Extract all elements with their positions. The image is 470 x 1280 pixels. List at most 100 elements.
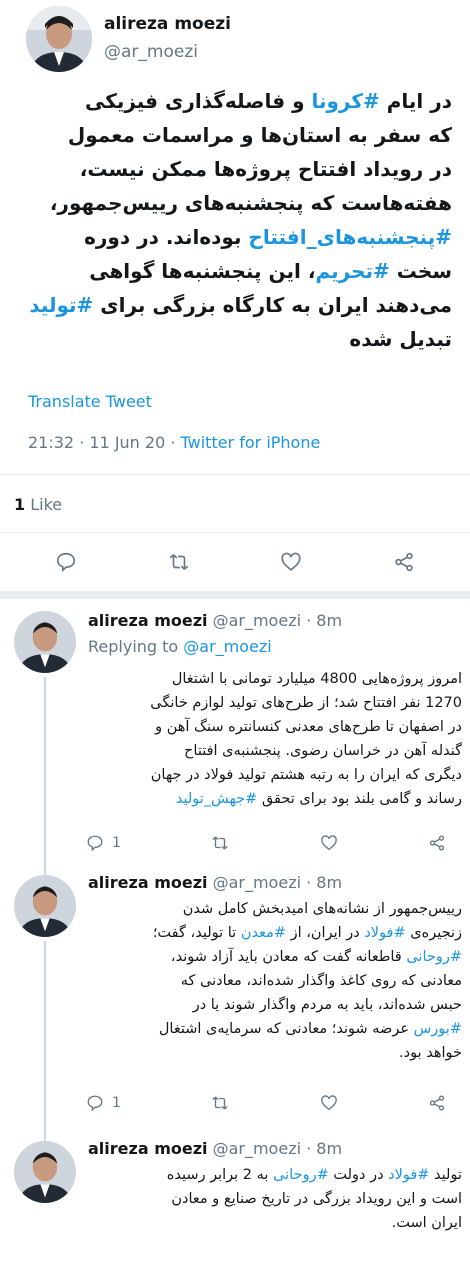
text-span: زنجیره‌ی: [405, 925, 462, 941]
hashtag-link[interactable]: #تحریم: [315, 259, 389, 283]
tweet-meta: 21:32 · 11 Jun 20 · Twitter for iPhone: [28, 433, 456, 452]
likes-number: 1: [14, 495, 26, 514]
reply-tweet[interactable]: alireza moezi @ar_moezi · 8m رییس‌جمهور …: [0, 867, 470, 1135]
reply-count: 1: [112, 835, 121, 851]
reply-text-line: رییس‌جمهور از نشانه‌های امیدبخش کامل شدن: [86, 897, 462, 921]
reply-button[interactable]: 1: [86, 834, 121, 852]
reply-text: امروز پروژه‌هایی 4800 میلیارد تومانی با …: [86, 667, 462, 811]
text-span: تولید: [429, 1167, 462, 1183]
like-heart-icon: [320, 835, 337, 851]
tweet-text-line: تبدیل شده: [14, 322, 452, 356]
reply-tweet[interactable]: alireza moezi @ar_moezi · 8m تولید #فولا…: [0, 1135, 470, 1255]
text-span: می‌دهند ایران به کارگاه بزرگی برای: [93, 293, 452, 317]
hashtag-link[interactable]: #فولاد: [364, 925, 405, 941]
hashtag-link[interactable]: #معدن: [241, 925, 286, 941]
text-span: در رویداد افتتاح پروژه‌ها ممکن نیست،: [79, 157, 452, 181]
author-name[interactable]: alireza moezi: [104, 14, 231, 34]
tweet-text-line: می‌دهند ایران به کارگاه بزرگی برای #تولی…: [14, 288, 452, 322]
reply-button[interactable]: 1: [86, 1094, 121, 1112]
likes-count[interactable]: 1 Like: [0, 475, 470, 532]
text-span: در دولت: [328, 1167, 389, 1183]
hashtag-link[interactable]: #جهش_تولید: [176, 791, 257, 807]
reply-tweet[interactable]: alireza moezi @ar_moezi · 8m Replying to…: [0, 599, 470, 867]
like-button[interactable]: [320, 834, 338, 852]
text-span: امروز پروژه‌هایی 4800 میلیارد تومانی با …: [171, 671, 462, 687]
reply-text-line: معادنی که روی کاغذ واگذار شده‌اند، معادن…: [86, 969, 462, 993]
tweet-timestamp[interactable]: 21:32 · 11 Jun 20 ·: [28, 433, 181, 452]
reply-text: رییس‌جمهور از نشانه‌های امیدبخش کامل شدن…: [86, 897, 462, 1065]
reply-text-line: #بورس عرضه شوند؛ معادنی که سرمایه‌ی اشتغ…: [86, 1017, 462, 1041]
reply-icon[interactable]: [55, 551, 77, 573]
avatar[interactable]: [14, 611, 76, 673]
reply-header: alireza moezi @ar_moezi · 8m: [88, 1139, 342, 1158]
text-span: که سفر به استان‌ها و مراسمات معمول: [67, 123, 452, 147]
text-span: 1270 نفر افتتاح شد؛ از طرح‌های تولید لوا…: [150, 695, 462, 711]
reply-meta[interactable]: @ar_moezi · 8m: [208, 1139, 342, 1158]
tweet-text-line: سخت #تحریم، این پنجشنبه‌ها گواهی: [14, 254, 452, 288]
reply-meta[interactable]: @ar_moezi · 8m: [208, 873, 342, 892]
share-icon: [429, 1095, 445, 1111]
thread-line: [44, 941, 46, 1135]
text-span: بوده‌اند. در دوره: [84, 225, 249, 249]
reply-meta[interactable]: @ar_moezi · 8m: [208, 611, 342, 630]
reply-icon: [87, 1095, 103, 1112]
reply-header: alireza moezi @ar_moezi · 8m: [88, 611, 342, 630]
reply-text-line: تولید #فولاد در دولت #روحانی به 2 برابر …: [86, 1163, 462, 1187]
thread-line: [44, 867, 46, 875]
text-span: حبس شده‌اند، باید به مردم واگذار شوند یا…: [192, 997, 462, 1013]
reply-header: alireza moezi @ar_moezi · 8m: [88, 873, 342, 892]
like-button[interactable]: [320, 1094, 338, 1112]
text-span: در اصفهان تا طرح‌های معدنی کنسانتره سنگ …: [155, 719, 462, 735]
retweet-button[interactable]: [211, 1094, 229, 1112]
user-photo-icon: [14, 1141, 76, 1203]
text-span: به 2 برابر رسیده: [166, 1167, 274, 1183]
translate-tweet-link[interactable]: Translate Tweet: [28, 392, 456, 411]
reply-text-line: گندله آهن در خراسان رضوی. پنجشنبه‌ی افتت…: [86, 739, 462, 763]
retweet-icon[interactable]: [168, 551, 190, 573]
share-icon[interactable]: [393, 551, 415, 573]
text-span: سخت: [389, 259, 452, 283]
share-button[interactable]: [428, 1094, 446, 1112]
reply-text-line: دیگری که ایران را به رتبه هشتم تولید فول…: [86, 763, 462, 787]
tweet-text: در ایام #کرونا و فاصله‌گذاری فیزیکی که سف…: [14, 84, 456, 374]
reply-actions: 1: [86, 831, 446, 855]
hashtag-link[interactable]: #روحانی: [406, 949, 462, 965]
reply-author-name[interactable]: alireza moezi: [88, 1139, 208, 1158]
text-span: خواهد بود.: [399, 1045, 462, 1061]
text-span: و فاصله‌گذاری فیزیکی: [84, 89, 312, 113]
reply-text-line: زنجیره‌ی #فولاد در ایران، از #معدن تا تو…: [86, 921, 462, 945]
user-photo-icon: [14, 611, 76, 673]
reply-author-name[interactable]: alireza moezi: [88, 873, 208, 892]
replying-handle[interactable]: @ar_moezi: [183, 637, 271, 656]
replying-label: Replying to: [88, 637, 184, 656]
text-span: ، این پنجشنبه‌ها گواهی: [89, 259, 316, 283]
tweet-source[interactable]: Twitter for iPhone: [181, 433, 321, 452]
hashtag-link[interactable]: #بورس: [414, 1021, 462, 1037]
reply-text-line: در اصفهان تا طرح‌های معدنی کنسانتره سنگ …: [86, 715, 462, 739]
text-span: تا تولید، گفت؛: [152, 925, 241, 941]
text-span: تبدیل شده: [349, 327, 452, 351]
retweet-button[interactable]: [211, 834, 229, 852]
share-icon: [429, 835, 445, 851]
reply-text-line: امروز پروژه‌هایی 4800 میلیارد تومانی با …: [86, 667, 462, 691]
share-button[interactable]: [428, 834, 446, 852]
hashtag-link[interactable]: #روحانی: [273, 1167, 329, 1183]
hashtag-link[interactable]: #فولاد: [388, 1167, 429, 1183]
user-photo-icon: [14, 875, 76, 937]
hashtag-link[interactable]: #پنجشنبه‌های_افتتاح: [248, 225, 452, 249]
text-span: معادنی که روی کاغذ واگذار شده‌اند، معادن…: [180, 973, 462, 989]
hashtag-link[interactable]: #کرونا: [311, 89, 379, 113]
avatar[interactable]: [26, 6, 92, 72]
avatar[interactable]: [14, 875, 76, 937]
reply-author-name[interactable]: alireza moezi: [88, 611, 208, 630]
text-span: رساند و گامی بلند بود برای تحقق: [257, 791, 462, 807]
author-handle[interactable]: @ar_moezi: [104, 42, 198, 62]
avatar[interactable]: [14, 1141, 76, 1203]
hashtag-link[interactable]: #تولید: [29, 293, 93, 317]
reply-text: تولید #فولاد در دولت #روحانی به 2 برابر …: [86, 1163, 462, 1235]
retweet-icon: [212, 836, 228, 850]
main-tweet: alireza moezi @ar_moezi در ایام #کرونا و…: [0, 0, 470, 452]
like-heart-icon[interactable]: [280, 551, 302, 573]
text-span: رییس‌جمهور از نشانه‌های امیدبخش کامل شدن: [182, 901, 462, 917]
text-span: هفته‌هاست که پنجشنبه‌های رییس‌جمهور،: [49, 191, 452, 215]
